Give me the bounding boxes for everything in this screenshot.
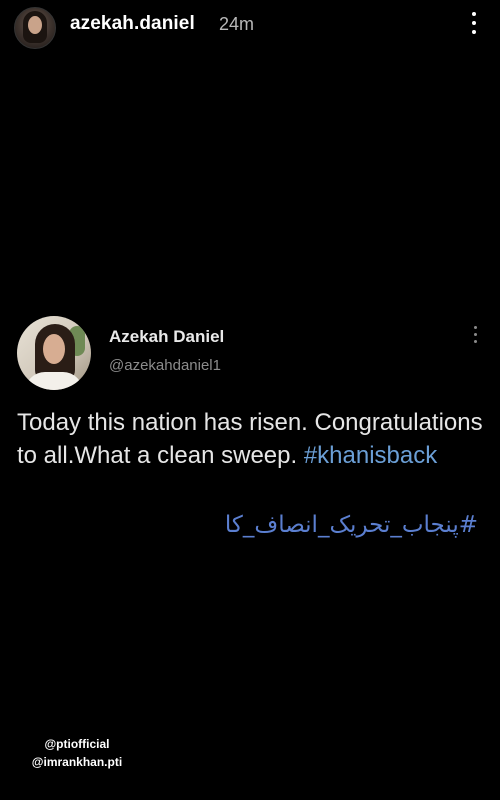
tweet-text: Today this nation has risen. Congratulat… bbox=[17, 406, 487, 472]
mention-imrankhan[interactable]: @imrankhan.pti bbox=[29, 753, 125, 771]
story-username[interactable]: azekah.daniel bbox=[70, 13, 195, 35]
dot bbox=[474, 340, 477, 343]
avatar-shirt bbox=[25, 372, 83, 390]
hashtag-link[interactable]: #khanisback bbox=[304, 442, 437, 469]
mention-stickers: @ptiofficial @imrankhan.pti bbox=[0, 735, 154, 771]
dot bbox=[472, 21, 476, 25]
urdu-hashtag-link[interactable]: #پنجاب_تحریک_انصاف_کا bbox=[225, 512, 478, 538]
avatar-face bbox=[43, 334, 65, 364]
story-timestamp: 24m bbox=[219, 14, 255, 34]
avatar-face bbox=[28, 16, 42, 34]
dot bbox=[472, 30, 476, 34]
story-avatar[interactable] bbox=[14, 7, 56, 49]
dot bbox=[474, 326, 477, 329]
story-header: azekah.daniel 24m bbox=[0, 0, 500, 49]
dot bbox=[474, 333, 477, 336]
tweet-display-name[interactable]: Azekah Daniel bbox=[109, 327, 224, 347]
tweet-card: Azekah Daniel @azekahdaniel1 Today this … bbox=[0, 310, 500, 560]
tweet-more-icon[interactable] bbox=[470, 324, 482, 346]
more-options-icon[interactable] bbox=[466, 10, 482, 36]
dot bbox=[472, 12, 476, 16]
tweet-avatar[interactable] bbox=[17, 316, 91, 390]
tweet-handle[interactable]: @azekahdaniel1 bbox=[109, 357, 221, 374]
mention-ptiofficial[interactable]: @ptiofficial bbox=[42, 735, 112, 753]
